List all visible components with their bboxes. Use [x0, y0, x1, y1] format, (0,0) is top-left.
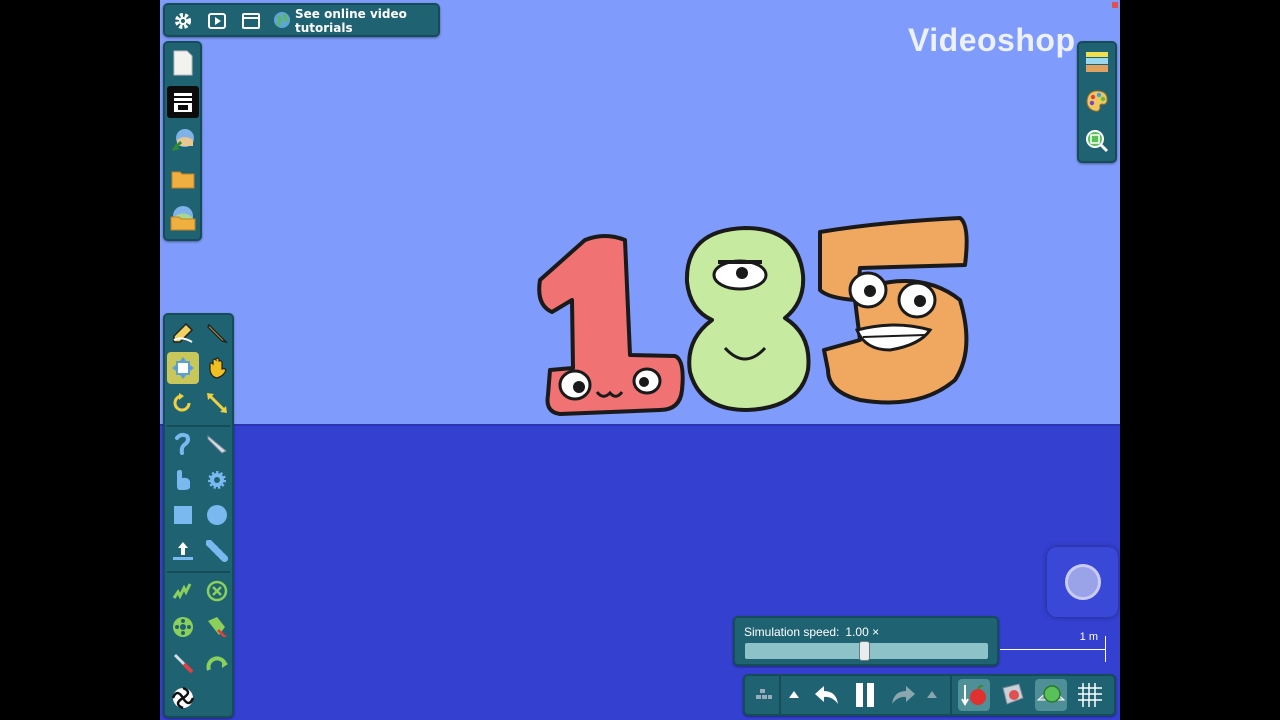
simulation-canvas[interactable]: Videoshop See online video tutorials Sim…	[160, 0, 1120, 720]
globe-icon	[273, 11, 291, 32]
grid-icon[interactable]	[1074, 679, 1106, 711]
camera-joystick[interactable]	[1047, 547, 1118, 617]
folder-icon[interactable]	[167, 163, 199, 195]
joystick-knob[interactable]	[1064, 564, 1101, 600]
scale-tool-icon[interactable]	[201, 387, 233, 419]
move-tool-icon[interactable]	[167, 352, 199, 384]
scene-characters	[537, 216, 969, 416]
collision-icon[interactable]	[1035, 679, 1067, 711]
tutorial-link[interactable]: See online video tutorials	[273, 5, 438, 37]
pencil-tool-icon[interactable]	[201, 317, 233, 349]
pause-icon[interactable]	[849, 679, 881, 711]
knife-tool-icon[interactable]	[201, 428, 233, 460]
tracer-tool-icon[interactable]	[167, 682, 199, 714]
number-one-character[interactable]	[537, 234, 685, 416]
tool-palette	[163, 313, 234, 718]
fixate-tool-icon[interactable]	[201, 575, 233, 607]
open-scene-icon[interactable]	[167, 124, 199, 156]
rotate-tool-icon[interactable]	[167, 387, 199, 419]
tool-separator	[167, 571, 230, 573]
box-tool-icon[interactable]	[167, 499, 199, 531]
undo-icon[interactable]	[811, 679, 843, 711]
simulation-speed-thumb[interactable]	[858, 641, 870, 661]
simulation-speed-slider[interactable]	[745, 641, 988, 661]
axle-tool-icon[interactable]	[167, 611, 199, 643]
laser-tool-icon[interactable]	[167, 647, 199, 679]
gear-icon[interactable]	[167, 5, 199, 37]
recording-indicator	[1112, 2, 1118, 8]
file-toolbar	[163, 41, 202, 241]
number-eight-character[interactable]	[684, 226, 811, 412]
bottom-toolbar	[743, 674, 1116, 716]
zoom-icon[interactable]	[1081, 125, 1113, 157]
grid-snap-icon[interactable]	[747, 679, 779, 711]
simulation-speed-value: 1.00 ×	[845, 625, 880, 639]
circle-tool-icon[interactable]	[201, 499, 233, 531]
redo-icon[interactable]	[887, 679, 919, 711]
palette-icon[interactable]	[1081, 85, 1113, 117]
new-file-icon[interactable]	[167, 47, 199, 79]
save-icon[interactable]	[167, 202, 199, 234]
simulation-speed-label: Simulation speed:	[744, 625, 840, 639]
library-icon[interactable]	[167, 86, 199, 118]
sketch-tool-icon[interactable]	[167, 317, 199, 349]
right-toolbar	[1077, 41, 1117, 163]
chain-links-tool-icon[interactable]	[201, 535, 233, 567]
chain-tool-icon[interactable]	[167, 428, 199, 460]
hinge-tool-icon[interactable]	[201, 647, 233, 679]
plane-tool-icon[interactable]	[167, 535, 199, 567]
scale-label: 1 m	[1079, 631, 1098, 643]
thruster-tool-icon[interactable]	[201, 611, 233, 643]
scale-indicator: 1 m	[1000, 630, 1106, 662]
brush-tool-icon[interactable]	[167, 464, 199, 496]
toolbar-separator	[950, 676, 952, 716]
watermark-label: Videoshop	[908, 22, 1076, 58]
top-toolbar: See online video tutorials	[163, 3, 440, 37]
scale-line	[1000, 649, 1105, 650]
background-icon[interactable]	[1081, 46, 1113, 78]
number-five-character[interactable]	[818, 216, 969, 405]
air-friction-icon[interactable]	[996, 679, 1028, 711]
gear-tool-icon[interactable]	[201, 464, 233, 496]
grab-tool-icon[interactable]	[201, 352, 233, 384]
window-icon[interactable]	[235, 5, 267, 37]
scale-tick	[1105, 636, 1106, 662]
tutorial-label: See online video tutorials	[295, 7, 407, 35]
gravity-icon[interactable]	[958, 679, 990, 711]
spring-tool-icon[interactable]	[167, 575, 199, 607]
play-icon[interactable]	[201, 5, 233, 37]
up-arrow-icon[interactable]	[920, 679, 944, 711]
toolbar-separator	[779, 676, 781, 716]
tool-separator	[167, 425, 230, 427]
up-arrow-icon[interactable]	[782, 679, 806, 711]
simulation-speed-panel: Simulation speed: 1.00 ×	[733, 616, 999, 666]
